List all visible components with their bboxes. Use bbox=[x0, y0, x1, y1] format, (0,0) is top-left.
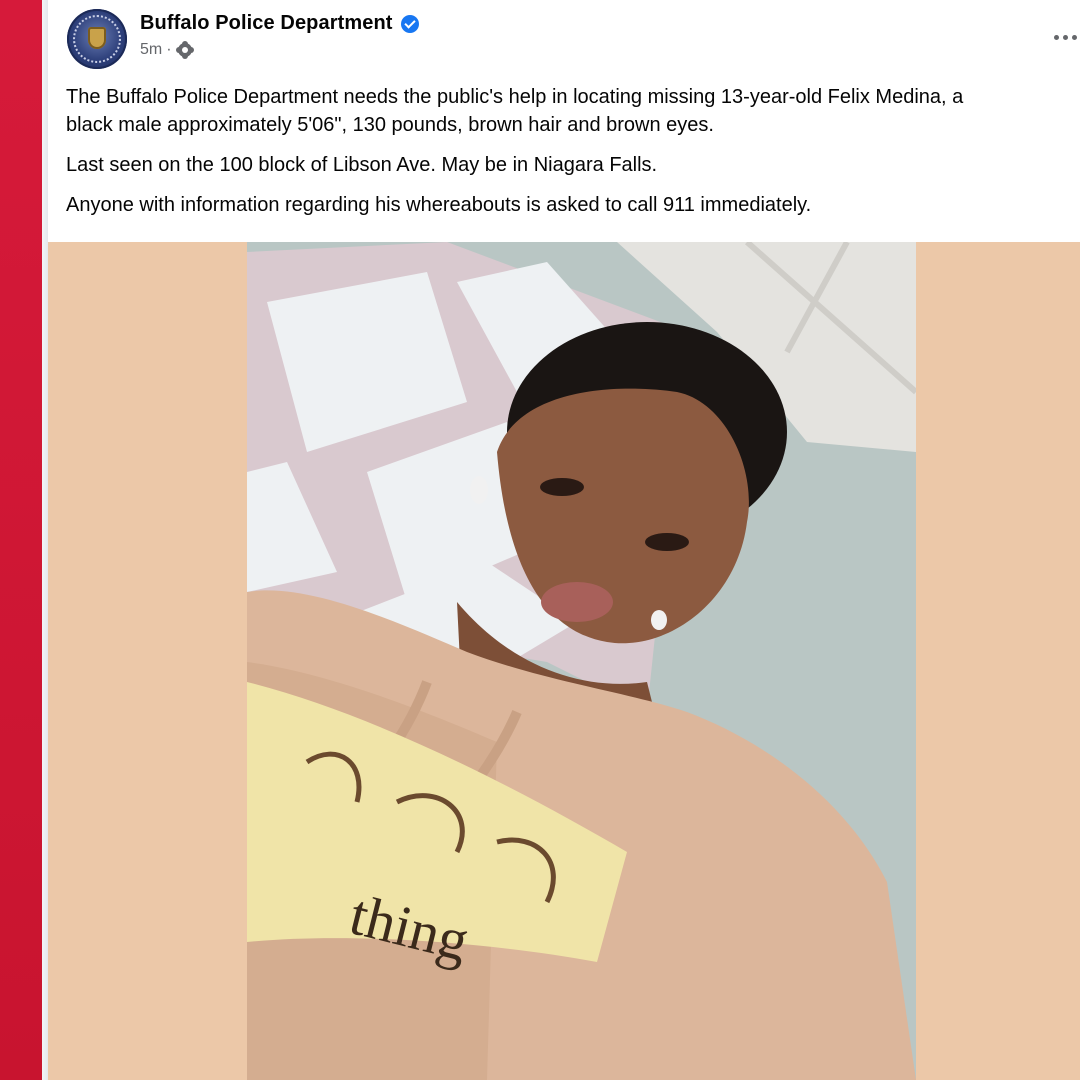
more-dot bbox=[1063, 34, 1068, 40]
more-dot bbox=[1072, 34, 1077, 40]
photo-illustration: thing bbox=[247, 242, 916, 1080]
post-line-2: black male approximately 5'06", 130 poun… bbox=[66, 114, 714, 136]
more-options-icon[interactable] bbox=[1054, 24, 1080, 50]
avatar-badge-crest bbox=[88, 27, 106, 49]
page-avatar[interactable] bbox=[67, 9, 127, 69]
broadcast-side-band bbox=[0, 0, 42, 1080]
verified-badge-icon bbox=[400, 14, 419, 33]
missing-person-photo[interactable]: thing bbox=[247, 242, 916, 1080]
post-paragraph-3: Anyone with information regarding his wh… bbox=[66, 194, 812, 216]
post-paragraph-2: Last seen on the 100 block of Libson Ave… bbox=[66, 154, 658, 176]
post-media[interactable]: thing bbox=[48, 242, 1080, 1080]
post-header: Buffalo Police Department 5m · bbox=[48, 0, 1080, 80]
post-line-1: The Buffalo Police Department needs the … bbox=[66, 86, 964, 108]
post-paragraph-1: The Buffalo Police Department needs the … bbox=[66, 83, 1080, 139]
page-name-link[interactable]: Buffalo Police Department bbox=[140, 12, 393, 35]
screenshot-canvas: Buffalo Police Department 5m · The Buffa… bbox=[0, 0, 1080, 1080]
gear-icon[interactable] bbox=[176, 41, 194, 59]
post-timestamp[interactable]: 5m bbox=[140, 41, 162, 59]
post-meta: 5m · bbox=[140, 41, 194, 59]
meta-separator: · bbox=[166, 41, 172, 58]
more-dot bbox=[1054, 34, 1059, 40]
page-name-row: Buffalo Police Department bbox=[140, 12, 419, 35]
facebook-post: Buffalo Police Department 5m · The Buffa… bbox=[48, 0, 1080, 1080]
post-text: The Buffalo Police Department needs the … bbox=[66, 83, 1080, 231]
